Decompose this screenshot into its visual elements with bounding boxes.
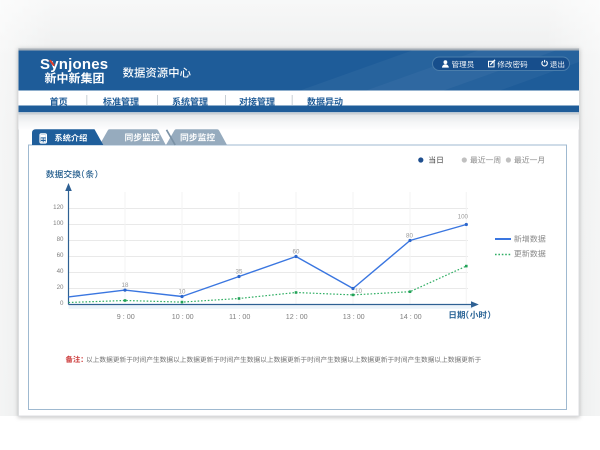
svg-text:0: 0: [60, 300, 64, 307]
svg-text:12 : 00: 12 : 00: [286, 312, 308, 321]
svg-text:10: 10: [179, 288, 186, 295]
svg-text:120: 120: [53, 204, 64, 211]
svg-text:80: 80: [57, 236, 64, 243]
svg-text:9 : 00: 9 : 00: [117, 312, 135, 321]
svg-text:100: 100: [458, 214, 469, 221]
svg-text:13 : 00: 13 : 00: [343, 312, 365, 321]
svg-text:100: 100: [53, 220, 64, 227]
svg-text:60: 60: [57, 252, 64, 259]
svg-text:80: 80: [406, 232, 413, 239]
svg-text:10 : 00: 10 : 00: [172, 312, 194, 321]
svg-text:10: 10: [355, 288, 362, 295]
svg-text:35: 35: [236, 268, 243, 275]
svg-text:18: 18: [122, 282, 129, 289]
svg-text:Synjones: Synjones: [40, 56, 108, 73]
svg-text:11 : 00: 11 : 00: [229, 312, 250, 321]
svg-text:40: 40: [57, 268, 64, 275]
svg-text:14 : 00: 14 : 00: [400, 312, 422, 321]
svg-text:20: 20: [57, 284, 64, 291]
svg-text:60: 60: [293, 248, 300, 255]
